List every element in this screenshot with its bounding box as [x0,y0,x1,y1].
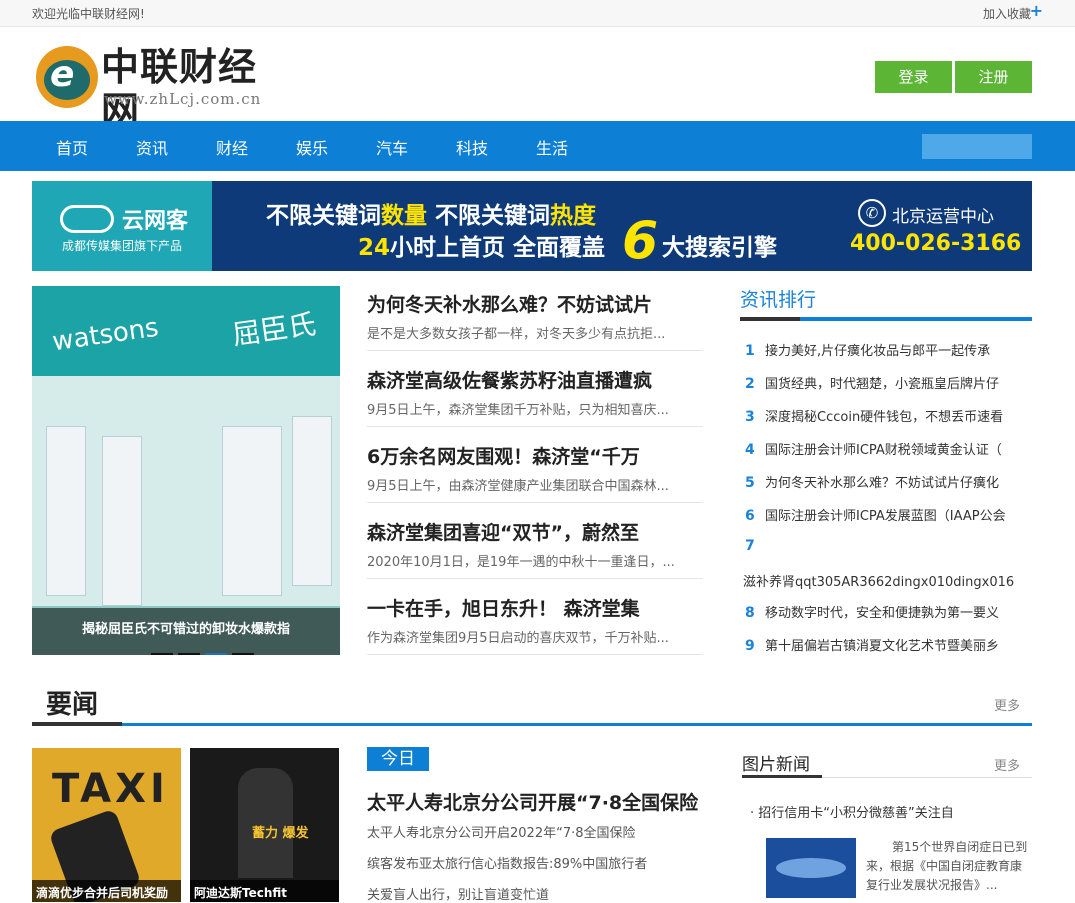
news-item[interactable]: 为何冬天补水那么难？不妨试试片 是不是大多数女孩子都一样，对冬天多少有点抗拒..… [367,290,703,351]
nav-item-home[interactable]: 首页 [56,135,88,159]
nav-item-auto[interactable]: 汽车 [376,135,408,159]
slide-sign-en: watsons [50,312,161,358]
yaowen-more-link[interactable]: 更多 [994,695,1020,714]
welcome-text: 欢迎光临中联财经网! [32,7,145,21]
slide-sign: watsons 屈臣氏 [32,286,340,376]
ranking-item[interactable]: 5 为何冬天补水那么难？不妨试试片仔癀化 [745,472,1032,491]
image-slider[interactable]: watsons 屈臣氏 揭秘屈臣氏不可错过的卸妆水爆款指 [32,286,340,655]
banner-brand-sub: 成都传媒集团旗下产品 [62,239,183,253]
banner-phone: 400-026-3166 [850,231,1022,256]
ranking-item[interactable]: 8 移动数字时代，安全和便捷孰为第一要义 [745,602,1032,621]
cloud-icon [60,205,114,233]
news-desc: 9月5日上午，由森济堂健康产业集团联合中国森林... [367,479,669,494]
register-button[interactable]: 注册 [955,61,1032,93]
news-item[interactable]: 一卡在手，旭日东升！ 森济堂集 作为森济堂集团9月5日启动的喜庆双节，千万补贴.… [367,594,703,655]
news-title[interactable]: 森济堂高级佐餐紫苏籽油直播遭疯 [367,366,703,393]
taxi-sign: TAXI [52,766,169,812]
photo-news-more-link[interactable]: 更多 [994,755,1020,774]
logo-letter: e [50,54,75,95]
banner-center: 北京运营中心 [892,207,994,227]
section-underline [32,722,1032,726]
today-badge: 今日 [367,747,429,771]
ranking-item[interactable]: 4 国际注册会计师ICPA财税领域黄金认证（ [745,439,1032,458]
photo-card[interactable]: 蓄力 爆发 阿迪达斯Techfit [190,748,339,902]
login-button[interactable]: 登录 [875,61,952,93]
slide-dot-active[interactable] [205,653,227,655]
ranking-item[interactable]: 3 深度揭秘Cccoin硬件钱包，不想丢币速看 [745,406,1032,425]
today-headline[interactable]: 太平人寿北京分公司开展“7·8全国保险 [367,788,698,815]
search-input[interactable] [922,134,1032,159]
today-link[interactable]: 关爱盲人出行，别让盲道变忙道 [367,884,549,903]
news-desc: 作为森济堂集团9月5日启动的喜庆双节，千万补贴... [367,631,669,646]
slide-dots[interactable] [151,643,259,655]
ranking-item-wrapped[interactable]: 滋补养肾qqt305AR3662dingx010dingx016 [743,571,1030,590]
slide-dot[interactable] [151,653,173,655]
ranking-item[interactable]: 6 国际注册会计师ICPA发展蓝图（IAAP公会 [745,505,1032,524]
banner-line-1: 不限关键词数量 不限关键词热度 [266,203,597,229]
ranking-item[interactable]: 7 [745,538,1032,554]
news-item[interactable]: 6万余名网友围观！森济堂“千万 9月5日上午，由森济堂健康产业集团联合中国森林.… [367,442,703,503]
photo-news-thumbnail[interactable] [766,838,856,898]
slide-dot[interactable] [232,653,254,655]
photo-caption[interactable]: 滴滴优步合并后司机奖励 [32,880,181,902]
news-title[interactable]: 6万余名网友围观！森济堂“千万 [367,442,703,469]
ranking-underline [740,317,1032,321]
top-bar: 欢迎光临中联财经网! 加入收藏 + [0,0,1075,27]
slide-dot[interactable] [178,653,200,655]
logo-mark: e [36,46,98,108]
ranking-item[interactable]: 9 第十届偏岩古镇消夏文化艺术节暨美丽乡 [745,635,1032,654]
nav-item-news[interactable]: 资讯 [136,135,168,159]
banner-big-number: 6 [622,211,659,271]
news-desc: 2020年10月1日，是19年一遇的中秋十一重逢日，... [367,555,675,570]
photo-caption[interactable]: 阿迪达斯Techfit [190,880,339,902]
photo-news-item[interactable]: · 招行信用卡“小积分微慈善”关注自 [750,802,954,821]
site-logo[interactable]: e 中联财经网 www.zhLcj.com.cn [36,43,276,133]
banner-brand: 云网客 [122,209,189,234]
news-title[interactable]: 一卡在手，旭日东升！ 森济堂集 [367,594,703,621]
main-nav: 首页 资讯 财经 娱乐 汽车 科技 生活 [0,121,1075,171]
site-url: www.zhLcj.com.cn [104,90,262,108]
ranking-title: 资讯排行 [740,289,817,311]
nav-item-finance[interactable]: 财经 [216,135,248,159]
banner-line-2: 24小时上首页 全面覆盖 [358,235,606,261]
banner-brand-panel: 云网客 成都传媒集团旗下产品 [32,181,212,271]
news-title[interactable]: 森济堂集团喜迎“双节”，蔚然至 [367,518,703,545]
photo-news-text[interactable]: 第15个世界自闭症日已到来，根据《中国自闭症教育康复行业发展状况报告》... [866,838,1032,895]
nav-item-life[interactable]: 生活 [536,135,568,159]
site-name: 中联财经网 [101,45,258,133]
add-favorite-link[interactable]: 加入收藏 [983,5,1031,22]
phone-icon: ✆ [858,199,886,227]
ranking-item[interactable]: 1 接力美好,片仔癀化妆品与郎平一起传承 [745,340,1032,359]
plus-icon[interactable]: + [1030,1,1043,20]
ranking-item[interactable]: 2 国货经典，时代翘楚，小瓷瓶皇后牌片仔 [745,373,1032,392]
ad-slogan: 蓄力 爆发 [252,826,309,841]
news-item[interactable]: 森济堂集团喜迎“双节”，蔚然至 2020年10月1日，是19年一遇的中秋十一重逢… [367,518,703,579]
today-link[interactable]: 太平人寿北京分公司开启2022年“7·8全国保险 [367,822,636,841]
nav-item-entertainment[interactable]: 娱乐 [296,135,328,159]
news-item[interactable]: 森济堂高级佐餐紫苏籽油直播遭疯 9月5日上午，森济堂集团千万补贴，只为相知喜庆.… [367,366,703,427]
banner-line-2-end: 大搜索引擎 [662,235,777,261]
news-desc: 是不是大多数女孩子都一样，对冬天多少有点抗拒... [367,327,666,342]
slide-sign-cn: 屈臣氏 [230,307,319,352]
ad-banner[interactable]: 云网客 成都传媒集团旗下产品 不限关键词数量 不限关键词热度 24小时上首页 全… [32,181,1032,271]
nav-item-tech[interactable]: 科技 [456,135,488,159]
news-title[interactable]: 为何冬天补水那么难？不妨试试片 [367,290,703,317]
today-link[interactable]: 缤客发布亚太旅行信心指数报告:89%中国旅行者 [367,853,647,872]
photo-card[interactable]: TAXI 滴滴优步合并后司机奖励 [32,748,181,902]
section-title-yaowen: 要闻 [46,690,99,720]
photo-news-underline [742,775,1032,778]
news-desc: 9月5日上午，森济堂集团千万补贴，只为相知喜庆... [367,403,669,418]
photo-news-title: 图片新闻 [742,755,810,775]
slide-image [32,376,340,606]
